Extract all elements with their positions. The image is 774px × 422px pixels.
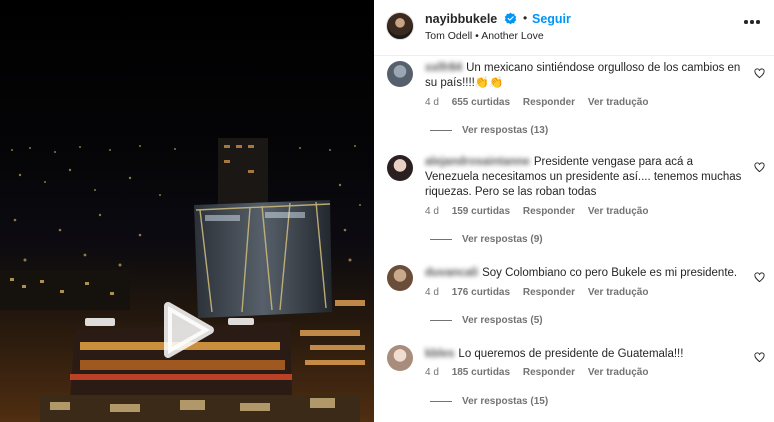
like-count[interactable]: 176 curtidas (452, 287, 510, 298)
heart-icon[interactable] (754, 162, 765, 173)
heart-icon[interactable] (754, 272, 765, 283)
post-header: nayibbukele • Seguir Tom Odell • Another… (374, 0, 774, 56)
comment-time[interactable]: 4 d (425, 287, 439, 298)
view-replies-button[interactable]: Ver respostas (5) (430, 315, 543, 326)
play-button[interactable] (158, 300, 218, 360)
replies-divider (430, 319, 452, 321)
view-replies-label: Ver respostas (5) (462, 315, 543, 326)
comment-meta: 4 d 159 curtidas Responder Ver tradução (425, 206, 658, 217)
heart-icon[interactable] (754, 68, 765, 79)
heart-icon[interactable] (754, 352, 765, 363)
comment-time[interactable]: 4 d (425, 367, 439, 378)
replies-divider (430, 238, 452, 240)
username-link[interactable]: nayibbukele (425, 12, 497, 26)
comment-time[interactable]: 4 d (425, 97, 439, 108)
comment-text-block: kbles Lo queremos de presidente de Guatem… (425, 347, 745, 362)
follow-button[interactable]: Seguir (532, 12, 571, 26)
view-replies-label: Ver respostas (15) (462, 396, 549, 407)
comment-body: Un mexicano sintiéndose orgulloso de los… (425, 62, 741, 89)
comment-meta: 4 d 176 curtidas Responder Ver tradução (425, 287, 658, 298)
reply-button[interactable]: Responder (523, 97, 575, 108)
comment-body: Soy Colombiano co pero Bukele es mi pres… (482, 267, 738, 279)
replies-divider (430, 400, 452, 402)
play-icon (164, 302, 214, 358)
comment-meta: 4 d 655 curtidas Responder Ver tradução (425, 97, 658, 108)
comment-username[interactable]: duvancali (425, 267, 478, 279)
translate-button[interactable]: Ver tradução (588, 97, 649, 108)
comment-username[interactable]: kbles (425, 348, 454, 360)
comment-username[interactable]: xxlfr84 (425, 62, 462, 74)
avatar[interactable] (387, 345, 413, 371)
video-player[interactable] (0, 0, 374, 422)
avatar[interactable] (387, 61, 413, 87)
translate-button[interactable]: Ver tradução (588, 206, 649, 217)
audio-track-link[interactable]: Tom Odell • Another Love (425, 30, 544, 42)
comment-text-block: alejandrosaintanne Presidente vengase par… (425, 155, 745, 200)
verified-badge-icon (504, 12, 517, 25)
comment-meta: 4 d 185 curtidas Responder Ver tradução (425, 367, 658, 378)
avatar[interactable] (386, 12, 414, 40)
comment-text-block: duvancali Soy Colombiano co pero Bukele e… (425, 266, 745, 281)
more-options-icon[interactable] (744, 20, 760, 26)
reply-button[interactable]: Responder (523, 206, 575, 217)
comment-username[interactable]: alejandrosaintanne (425, 156, 530, 168)
view-replies-button[interactable]: Ver respostas (13) (430, 125, 548, 136)
replies-divider (430, 129, 452, 131)
post-panel: nayibbukele • Seguir Tom Odell • Another… (374, 0, 774, 422)
avatar[interactable] (387, 265, 413, 291)
view-replies-label: Ver respostas (13) (462, 125, 549, 136)
separator-dot: • (523, 11, 528, 25)
view-replies-button[interactable]: Ver respostas (9) (430, 234, 543, 245)
translate-button[interactable]: Ver tradução (588, 287, 649, 298)
like-count[interactable]: 159 curtidas (452, 206, 510, 217)
view-replies-button[interactable]: Ver respostas (15) (430, 396, 548, 407)
like-count[interactable]: 655 curtidas (452, 97, 510, 108)
avatar[interactable] (387, 155, 413, 181)
view-replies-label: Ver respostas (9) (462, 234, 543, 245)
translate-button[interactable]: Ver tradução (588, 367, 649, 378)
like-count[interactable]: 185 curtidas (452, 367, 510, 378)
comment-text-block: xxlfr84 Un mexicano sintiéndose orgulloso… (425, 61, 745, 91)
comment-body: Lo queremos de presidente de Guatemala!!… (458, 348, 684, 360)
reply-button[interactable]: Responder (523, 287, 575, 298)
comment-time[interactable]: 4 d (425, 206, 439, 217)
reply-button[interactable]: Responder (523, 367, 575, 378)
